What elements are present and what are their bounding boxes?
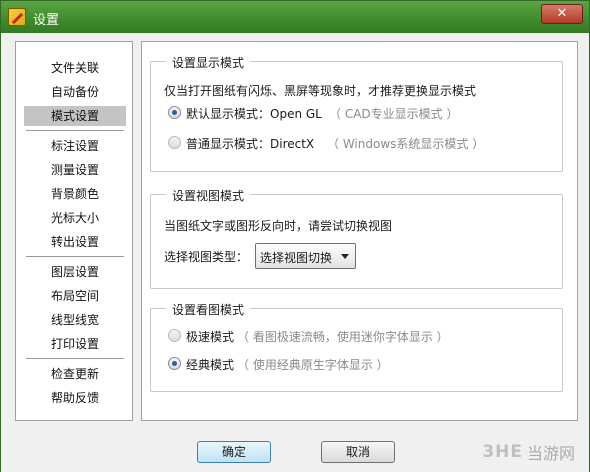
- sidebar-item-check-update[interactable]: 检查更新: [24, 364, 126, 384]
- sidebar-divider: [26, 130, 124, 131]
- close-button[interactable]: ✕: [541, 4, 583, 24]
- sidebar-item-help-feedback[interactable]: 帮助反馈: [24, 388, 126, 408]
- sidebar-item-cursor-size[interactable]: 光标大小: [24, 208, 126, 228]
- radio-label[interactable]: 普通显示模式：DirectX: [186, 135, 314, 152]
- radio-button[interactable]: [168, 329, 181, 342]
- sidebar-item-measure[interactable]: 测量设置: [24, 160, 126, 180]
- view-mode-title: 设置视图模式: [166, 187, 251, 204]
- settings-sidebar: 文件关联 自动备份 模式设置 标注设置 测量设置 背景颜色 光标大小 转出设置 …: [15, 41, 133, 421]
- app-logo-icon: [8, 8, 26, 26]
- display-mode-title: 设置显示模式: [166, 54, 251, 71]
- browse-mode-group: 设置看图模式 极速模式 （ 看图极速流畅，使用迷你字体显示 ） 经典模式 （ 使…: [150, 301, 563, 392]
- browse-mode-title: 设置看图模式: [166, 301, 251, 318]
- sidebar-item-print[interactable]: 打印设置: [24, 334, 126, 354]
- sidebar-item-auto-backup[interactable]: 自动备份: [24, 82, 126, 102]
- chevron-down-icon: [341, 254, 349, 259]
- watermark: 3HE 当游网: [482, 440, 575, 464]
- dialog-footer: 确定 取消 3HE 当游网: [1, 428, 589, 472]
- sidebar-item-annotation[interactable]: 标注设置: [24, 136, 126, 156]
- radio-hint: （ 看图极速流畅，使用迷你字体显示 ）: [237, 330, 449, 344]
- radio-button[interactable]: [168, 136, 181, 149]
- radio-label[interactable]: 经典模式: [186, 356, 234, 373]
- window-title: 设置: [33, 13, 60, 28]
- sidebar-divider: [26, 358, 124, 359]
- display-mode-group: 设置显示模式 仅当打开图纸有闪烁、黑屏等现象时，才推荐更换显示模式 默认显示模式…: [150, 54, 563, 172]
- watermark-logo: 3HE: [482, 442, 523, 462]
- sidebar-item-mode-settings[interactable]: 模式设置: [24, 106, 126, 126]
- display-mode-description: 仅当打开图纸有闪烁、黑屏等现象时，才推荐更换显示模式: [164, 84, 477, 98]
- dialog-body: 文件关联 自动备份 模式设置 标注设置 测量设置 背景颜色 光标大小 转出设置 …: [9, 33, 581, 428]
- cancel-button[interactable]: 取消: [321, 441, 395, 463]
- sidebar-item-file-association[interactable]: 文件关联: [24, 58, 126, 78]
- sidebar-item-layers[interactable]: 图层设置: [24, 262, 126, 282]
- radio-label[interactable]: 极速模式: [186, 328, 234, 345]
- view-type-select[interactable]: 选择视图切换: [255, 243, 356, 269]
- radio-hint: （ Windows系统显示模式 ）: [327, 137, 485, 151]
- settings-panel: 设置显示模式 仅当打开图纸有闪烁、黑屏等现象时，才推荐更换显示模式 默认显示模式…: [141, 41, 578, 421]
- radio-hint: （ CAD专业显示模式 ）: [329, 107, 459, 121]
- settings-window: 设置 ✕ 文件关联 自动备份 模式设置 标注设置 测量设置 背景颜色 光标大小 …: [0, 0, 590, 472]
- radio-hint: （ 使用经典原生字体显示 ）: [237, 358, 389, 372]
- sidebar-item-layout-space[interactable]: 布局空间: [24, 286, 126, 306]
- view-type-label: 选择视图类型：: [164, 250, 249, 264]
- sidebar-divider: [26, 256, 124, 257]
- sidebar-item-background-color[interactable]: 背景颜色: [24, 184, 126, 204]
- ok-button[interactable]: 确定: [197, 441, 271, 463]
- sidebar-item-export[interactable]: 转出设置: [24, 232, 126, 252]
- title-bar[interactable]: 设置 ✕: [1, 1, 589, 33]
- radio-button[interactable]: [168, 357, 181, 370]
- view-mode-description: 当图纸文字或图形反向时，请尝试切换视图: [164, 219, 393, 233]
- view-type-value: 选择视图切换: [260, 251, 333, 265]
- watermark-text: 当游网: [526, 444, 575, 463]
- view-mode-group: 设置视图模式 当图纸文字或图形反向时，请尝试切换视图 选择视图类型： 选择视图切…: [150, 187, 563, 289]
- close-icon: ✕: [556, 6, 568, 21]
- radio-label[interactable]: 默认显示模式：Open GL: [186, 105, 322, 122]
- sidebar-item-line-type[interactable]: 线型线宽: [24, 310, 126, 330]
- radio-button[interactable]: [168, 106, 181, 119]
